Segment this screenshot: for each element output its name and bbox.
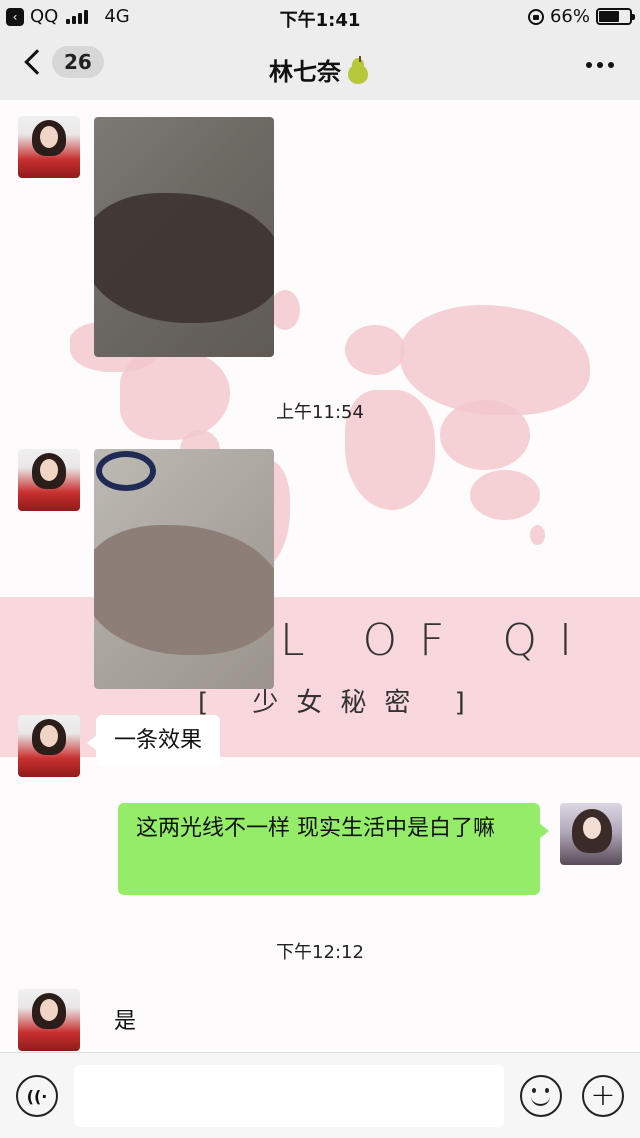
timestamp: 上午11:54 [276, 402, 364, 423]
battery-icon [596, 8, 635, 25]
contact-avatar[interactable] [18, 449, 80, 511]
battery-percent: 66% [549, 6, 590, 27]
more-actions-button[interactable]: + [582, 1075, 624, 1117]
message-bubble-received[interactable]: 是 [114, 1006, 136, 1038]
status-right: 66% [527, 6, 635, 27]
my-avatar[interactable] [560, 803, 622, 865]
battery-fill [599, 11, 619, 22]
voice-icon: ((· [26, 1086, 48, 1106]
message-input[interactable] [74, 1065, 504, 1127]
more-options-icon[interactable] [586, 62, 614, 68]
photo-message[interactable] [94, 117, 274, 357]
status-bar: ‹ QQ 4G 下午1:41 66% [0, 0, 640, 34]
nav-bar: 26 林七奈 [0, 34, 640, 100]
pear-emoji-icon [345, 55, 371, 84]
rotation-lock-icon [527, 8, 544, 25]
contact-avatar[interactable] [18, 989, 80, 1051]
chat-area[interactable]: L OF QI [ 少女秘密 ] 上午11:54 一条效果 这两光线不一样 现实… [0, 100, 640, 1052]
contact-avatar[interactable] [18, 715, 80, 777]
photo-message[interactable] [94, 449, 274, 689]
timestamp: 下午12:12 [276, 942, 364, 963]
message-bubble-received[interactable]: 一条效果 [86, 715, 221, 767]
emoji-button[interactable] [520, 1075, 562, 1117]
chat-title: 林七奈 [0, 52, 640, 87]
input-bar: ((· + [0, 1052, 640, 1138]
smiley-icon [532, 1088, 549, 1093]
contact-avatar[interactable] [18, 116, 80, 178]
message-bubble-sent[interactable]: 这两光线不一样 现实生活中是白了嘛 [118, 803, 549, 895]
chat-title-text: 林七奈 [269, 58, 341, 86]
wallpaper-title: L OF QI [280, 615, 595, 666]
plus-icon: + [590, 1078, 616, 1113]
voice-input-button[interactable]: ((· [16, 1075, 58, 1117]
